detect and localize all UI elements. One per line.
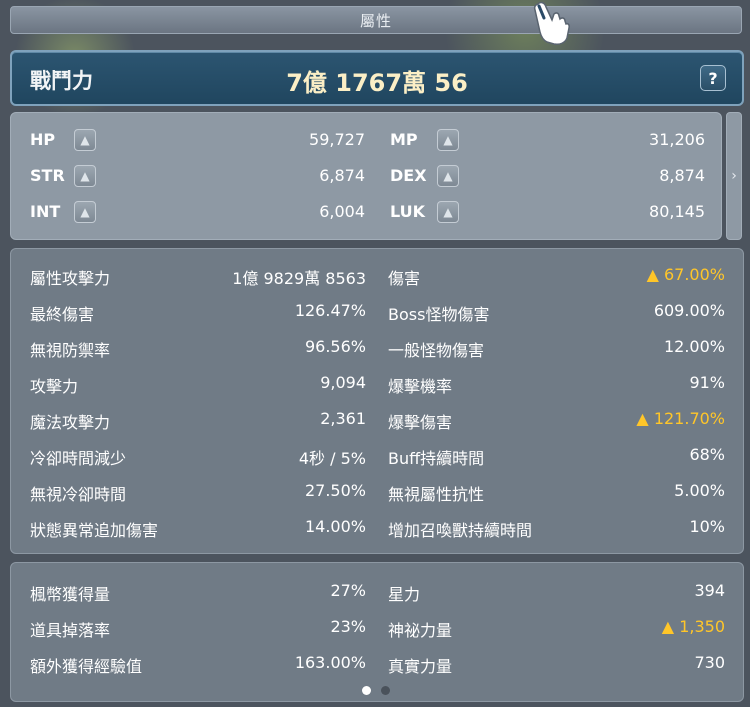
stat-value: 12.00% — [663, 337, 725, 356]
stat-value: 14.00% — [304, 517, 366, 536]
stat-value: 10% — [689, 517, 725, 536]
stat-label: 神祕力量 — [388, 621, 453, 640]
stat-label: 一般怪物傷害 — [388, 341, 485, 360]
stat-value: 5.00% — [674, 481, 725, 500]
stat-value-int: 6,004 — [319, 202, 365, 221]
window-titlebar[interactable]: 屬性 — [10, 6, 742, 34]
help-button[interactable]: ? — [700, 65, 726, 91]
stat-label-luk: LUK — [390, 202, 426, 221]
stat-label: 屬性攻擊力 — [30, 269, 111, 288]
stat-value: 91% — [689, 373, 725, 392]
stat-value-mp: 31,206 — [649, 130, 705, 149]
stat-label: 冷卻時間減少 — [30, 449, 127, 468]
detail-stats-panel — [10, 248, 744, 554]
stat-value-str: 6,874 — [319, 166, 365, 185]
stat-label-hp: HP — [30, 130, 56, 149]
stat-label: 無視屬性抗性 — [388, 485, 485, 504]
stat-label: Buff持續時間 — [388, 449, 485, 468]
stat-value: 730 — [694, 653, 725, 672]
combat-power-bar: 戰鬥力 7億 1767萬 56 ? — [10, 50, 744, 106]
stat-value: 68% — [689, 445, 725, 464]
stat-label: 無視冷卻時間 — [30, 485, 127, 504]
stat-value-luk: 80,145 — [649, 202, 705, 221]
stat-label: 魔法攻擊力 — [30, 413, 111, 432]
stat-plus-icon[interactable]: ▲ — [437, 165, 459, 187]
stat-label: 爆擊傷害 — [388, 413, 453, 432]
stat-value: 27% — [330, 581, 366, 600]
stat-value: 394 — [694, 581, 725, 600]
stat-value: 27.50% — [304, 481, 366, 500]
stat-label: 狀態異常追加傷害 — [30, 521, 159, 540]
stat-label: 楓幣獲得量 — [30, 585, 111, 604]
stat-value: 163.00% — [294, 653, 366, 672]
stat-label: 爆擊機率 — [388, 377, 453, 396]
stat-plus-icon[interactable]: ▲ — [74, 129, 96, 151]
window-title: 屬性 — [359, 11, 392, 30]
stat-value: 609.00% — [653, 301, 725, 320]
stat-value-hp: 59,727 — [309, 130, 365, 149]
stat-plus-icon[interactable]: ▲ — [74, 201, 96, 223]
stat-plus-icon[interactable]: ▲ — [437, 201, 459, 223]
stat-label: 攻擊力 — [30, 377, 79, 396]
stat-plus-icon[interactable]: ▲ — [74, 165, 96, 187]
stat-label-dex: DEX — [390, 166, 427, 185]
stat-value: 2,361 — [320, 409, 366, 428]
stat-plus-icon[interactable]: ▲ — [437, 129, 459, 151]
pagination-dots — [362, 686, 390, 695]
stat-label-mp: MP — [390, 130, 418, 149]
stat-value: ▲ 67.00% — [646, 265, 725, 284]
base-stats-panel — [10, 112, 722, 240]
stat-label-int: INT — [30, 202, 61, 221]
stat-value: 23% — [330, 617, 366, 636]
page-dot-1[interactable] — [362, 686, 371, 695]
page-dot-2[interactable] — [381, 686, 390, 695]
stat-value: ▲ 121.70% — [636, 409, 725, 428]
stat-value: 96.56% — [304, 337, 366, 356]
stat-value: 9,094 — [320, 373, 366, 392]
hand-cursor-icon — [533, 1, 570, 45]
stat-label: 無視防禦率 — [30, 341, 111, 360]
stat-label: 增加召喚獸持續時間 — [388, 521, 533, 540]
stat-label: 道具掉落率 — [30, 621, 111, 640]
stat-value-dex: 8,874 — [659, 166, 705, 185]
stat-value: 4秒 / 5% — [298, 449, 366, 468]
stat-label: 傷害 — [388, 269, 421, 288]
stat-value: 1億 9829萬 8563 — [232, 269, 366, 288]
stat-value: ▲ 1,350 — [661, 617, 725, 636]
combat-power-value: 7億 1767萬 56 — [286, 69, 468, 97]
expand-arrow-icon[interactable]: › — [726, 112, 742, 240]
extra-stats-panel — [10, 562, 744, 702]
stat-label: 真實力量 — [388, 657, 453, 676]
stat-value: 126.47% — [294, 301, 366, 320]
stats-window: 屬性 戰鬥力 7億 1767萬 56 ? › HP ▲ 59,727 STR ▲ 6,87… — [0, 0, 750, 707]
stat-label: 最終傷害 — [30, 305, 95, 324]
stat-label: Boss怪物傷害 — [388, 305, 490, 324]
stat-label: 星力 — [388, 585, 421, 604]
stat-label: 額外獲得經驗值 — [30, 657, 143, 676]
stat-label-str: STR — [30, 166, 65, 185]
